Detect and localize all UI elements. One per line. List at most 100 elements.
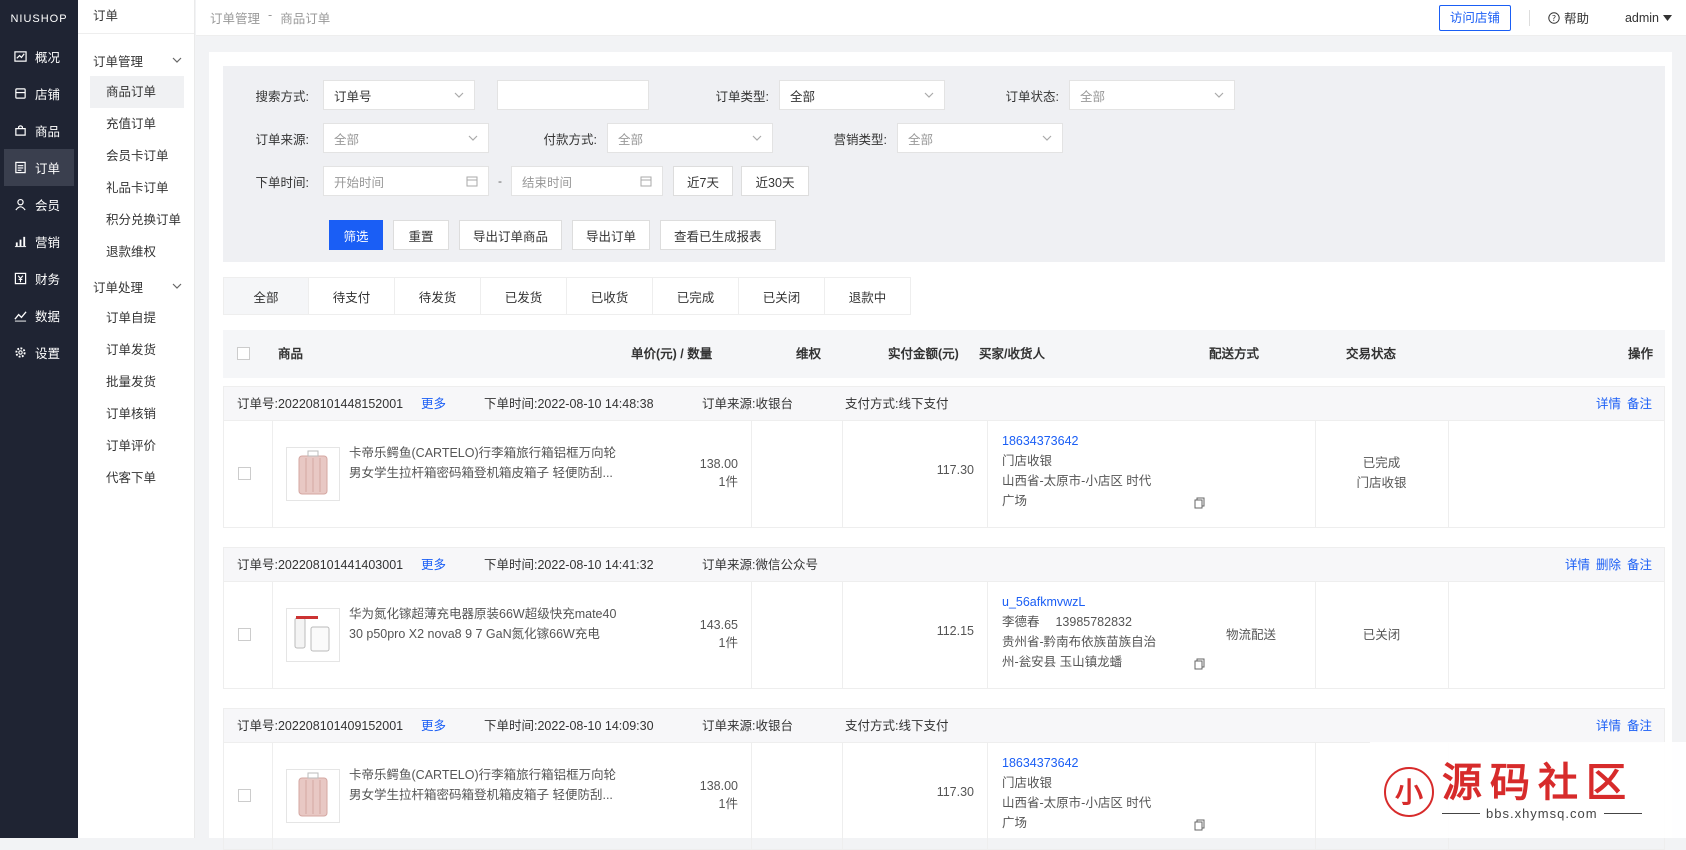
remark-link[interactable]: 备注 — [1627, 709, 1652, 743]
nav-item-overview[interactable]: 概况 — [0, 38, 78, 75]
row-checkbox[interactable] — [238, 628, 251, 641]
pay-method-select[interactable]: 全部 — [607, 123, 773, 153]
copy-icon[interactable] — [1194, 658, 1205, 670]
subnav-item-membercard-orders[interactable]: 会员卡订单 — [78, 140, 194, 172]
detail-link[interactable]: 详情 — [1596, 387, 1621, 421]
order-header: 订单号:202208101448152001 更多 下单时间:2022-08-1… — [224, 387, 1664, 421]
order-status-select[interactable]: 全部 — [1069, 80, 1235, 110]
reset-button[interactable]: 重置 — [393, 220, 449, 250]
breadcrumb-separator: - — [268, 8, 273, 22]
visit-store-button[interactable]: 访问店铺 — [1438, 4, 1511, 31]
search-mode-select[interactable]: 订单号 — [323, 80, 475, 110]
receiver: 门店收银 — [1002, 776, 1053, 790]
order-no-label: 订单号: — [237, 719, 278, 733]
tab-refunding[interactable]: 退款中 — [825, 277, 911, 315]
nav-item-orders[interactable]: 订单 — [4, 149, 74, 186]
last-30-days-button[interactable]: 近30天 — [741, 166, 809, 196]
start-date-input[interactable]: 开始时间 — [323, 166, 489, 196]
subnav-item-verify[interactable]: 订单核销 — [78, 398, 194, 430]
breadcrumb-item[interactable]: 订单管理 — [210, 8, 260, 27]
product-thumbnail[interactable] — [286, 608, 340, 662]
subnav-item-refunds[interactable]: 退款维权 — [78, 236, 194, 268]
nav-label: 店铺 — [35, 88, 61, 102]
subnav-item-ship[interactable]: 订单发货 — [78, 334, 194, 366]
tab-all[interactable]: 全部 — [223, 277, 309, 315]
product-thumbnail[interactable] — [286, 769, 340, 823]
subnav-item-batch-ship[interactable]: 批量发货 — [78, 366, 194, 398]
product-name[interactable]: 华为氮化镓超薄充电器原装66W超级快充mate40 30 p50pro X2 n… — [349, 604, 619, 644]
subnav-item-pickup[interactable]: 订单自提 — [78, 302, 194, 334]
help-link[interactable]: ? 帮助 — [1548, 8, 1589, 27]
nav-item-finance[interactable]: 财务 — [0, 260, 78, 297]
row-checkbox[interactable] — [238, 789, 251, 802]
chevron-down-icon — [172, 283, 182, 289]
remark-link[interactable]: 备注 — [1627, 548, 1652, 582]
caret-down-icon — [1663, 14, 1672, 21]
export-orders-button[interactable]: 导出订单 — [572, 220, 651, 250]
subnav-item-recharge-orders[interactable]: 充值订单 — [78, 108, 194, 140]
product-name[interactable]: 卡帝乐鳄鱼(CARTELO)行李箱旅行箱铝框万向轮男女学生拉杆箱密码箱登机箱皮箱… — [349, 443, 619, 483]
order-type-select[interactable]: 全部 — [779, 80, 945, 110]
subnav-group-order-management[interactable]: 订单管理 — [78, 44, 194, 76]
tab-shipped[interactable]: 已发货 — [481, 277, 567, 315]
end-date-input[interactable]: 结束时间 — [511, 166, 663, 196]
col-actions: 操作 — [1628, 347, 1654, 361]
order-source-select[interactable]: 全部 — [323, 123, 489, 153]
last-7-days-button[interactable]: 近7天 — [673, 166, 733, 196]
delete-link[interactable]: 删除 — [1596, 548, 1621, 582]
copy-icon[interactable] — [1194, 497, 1205, 509]
tab-completed[interactable]: 已完成 — [653, 277, 739, 315]
buyer-link[interactable]: 18634373642 — [1002, 753, 1162, 773]
detail-link[interactable]: 详情 — [1565, 548, 1590, 582]
col-paid: 实付金额(元) — [888, 347, 959, 361]
filter-button[interactable]: 筛选 — [329, 220, 383, 250]
calendar-icon — [640, 176, 652, 187]
chevron-down-icon — [454, 92, 464, 98]
order-source: 收银台 — [755, 719, 793, 733]
breadcrumb-item: 商品订单 — [280, 12, 331, 26]
buyer-link[interactable]: 18634373642 — [1002, 431, 1162, 451]
subnav-item-goods-orders[interactable]: 商品订单 — [90, 76, 184, 108]
more-link[interactable]: 更多 — [421, 548, 446, 582]
subnav-item-points-orders[interactable]: 积分兑换订单 — [78, 204, 194, 236]
user-menu[interactable]: admin — [1625, 11, 1672, 25]
nav-item-settings[interactable]: 设置 — [0, 334, 78, 371]
tab-pending-payment[interactable]: 待支付 — [309, 277, 395, 315]
subnav-item-proxy-order[interactable]: 代客下单 — [78, 462, 194, 494]
select-value: 全部 — [790, 89, 816, 104]
buyer-link[interactable]: u_56afkmvwzL — [1002, 592, 1168, 612]
order-card: 订单号:202208101448152001 更多 下单时间:2022-08-1… — [223, 386, 1665, 528]
secondary-sidebar: 订单 订单管理 商品订单 充值订单 会员卡订单 礼品卡订单 积分兑换订单 退款维… — [78, 0, 195, 838]
select-all-checkbox[interactable] — [237, 347, 250, 360]
product-thumbnail[interactable] — [286, 447, 340, 501]
export-goods-button[interactable]: 导出订单商品 — [459, 220, 563, 250]
detail-link[interactable]: 详情 — [1596, 709, 1621, 743]
yen-icon — [14, 272, 27, 285]
nav-label: 财务 — [35, 273, 61, 287]
nav-item-store[interactable]: 店铺 — [0, 75, 78, 112]
search-input[interactable] — [497, 80, 649, 110]
subnav-item-reviews[interactable]: 订单评价 — [78, 430, 194, 462]
copy-icon[interactable] — [1194, 819, 1205, 831]
address: 山西省-太原市-小店区 时代广场 — [1002, 474, 1152, 508]
subnav-item-giftcard-orders[interactable]: 礼品卡订单 — [78, 172, 194, 204]
nav-item-data[interactable]: 数据 — [0, 297, 78, 334]
remark-link[interactable]: 备注 — [1627, 387, 1652, 421]
row-checkbox[interactable] — [238, 467, 251, 480]
view-reports-button[interactable]: 查看已生成报表 — [660, 220, 776, 250]
tab-pending-shipment[interactable]: 待发货 — [395, 277, 481, 315]
pay-method: 线下支付 — [898, 397, 949, 411]
order-time: 2022-08-10 14:41:32 — [537, 558, 654, 572]
tab-closed[interactable]: 已关闭 — [739, 277, 825, 315]
tab-received[interactable]: 已收货 — [567, 277, 653, 315]
more-link[interactable]: 更多 — [421, 709, 446, 743]
nav-item-goods[interactable]: 商品 — [0, 112, 78, 149]
nav-item-members[interactable]: 会员 — [0, 186, 78, 223]
more-link[interactable]: 更多 — [421, 387, 446, 421]
delivery-method: 物流配送 — [1225, 628, 1276, 642]
nav-item-marketing[interactable]: 营销 — [0, 223, 78, 260]
subnav-group-order-processing[interactable]: 订单处理 — [78, 270, 194, 302]
product-name[interactable]: 卡帝乐鳄鱼(CARTELO)行李箱旅行箱铝框万向轮男女学生拉杆箱密码箱登机箱皮箱… — [349, 765, 619, 805]
marketing-type-select[interactable]: 全部 — [897, 123, 1063, 153]
order-time-label: 下单时间: — [484, 397, 538, 411]
